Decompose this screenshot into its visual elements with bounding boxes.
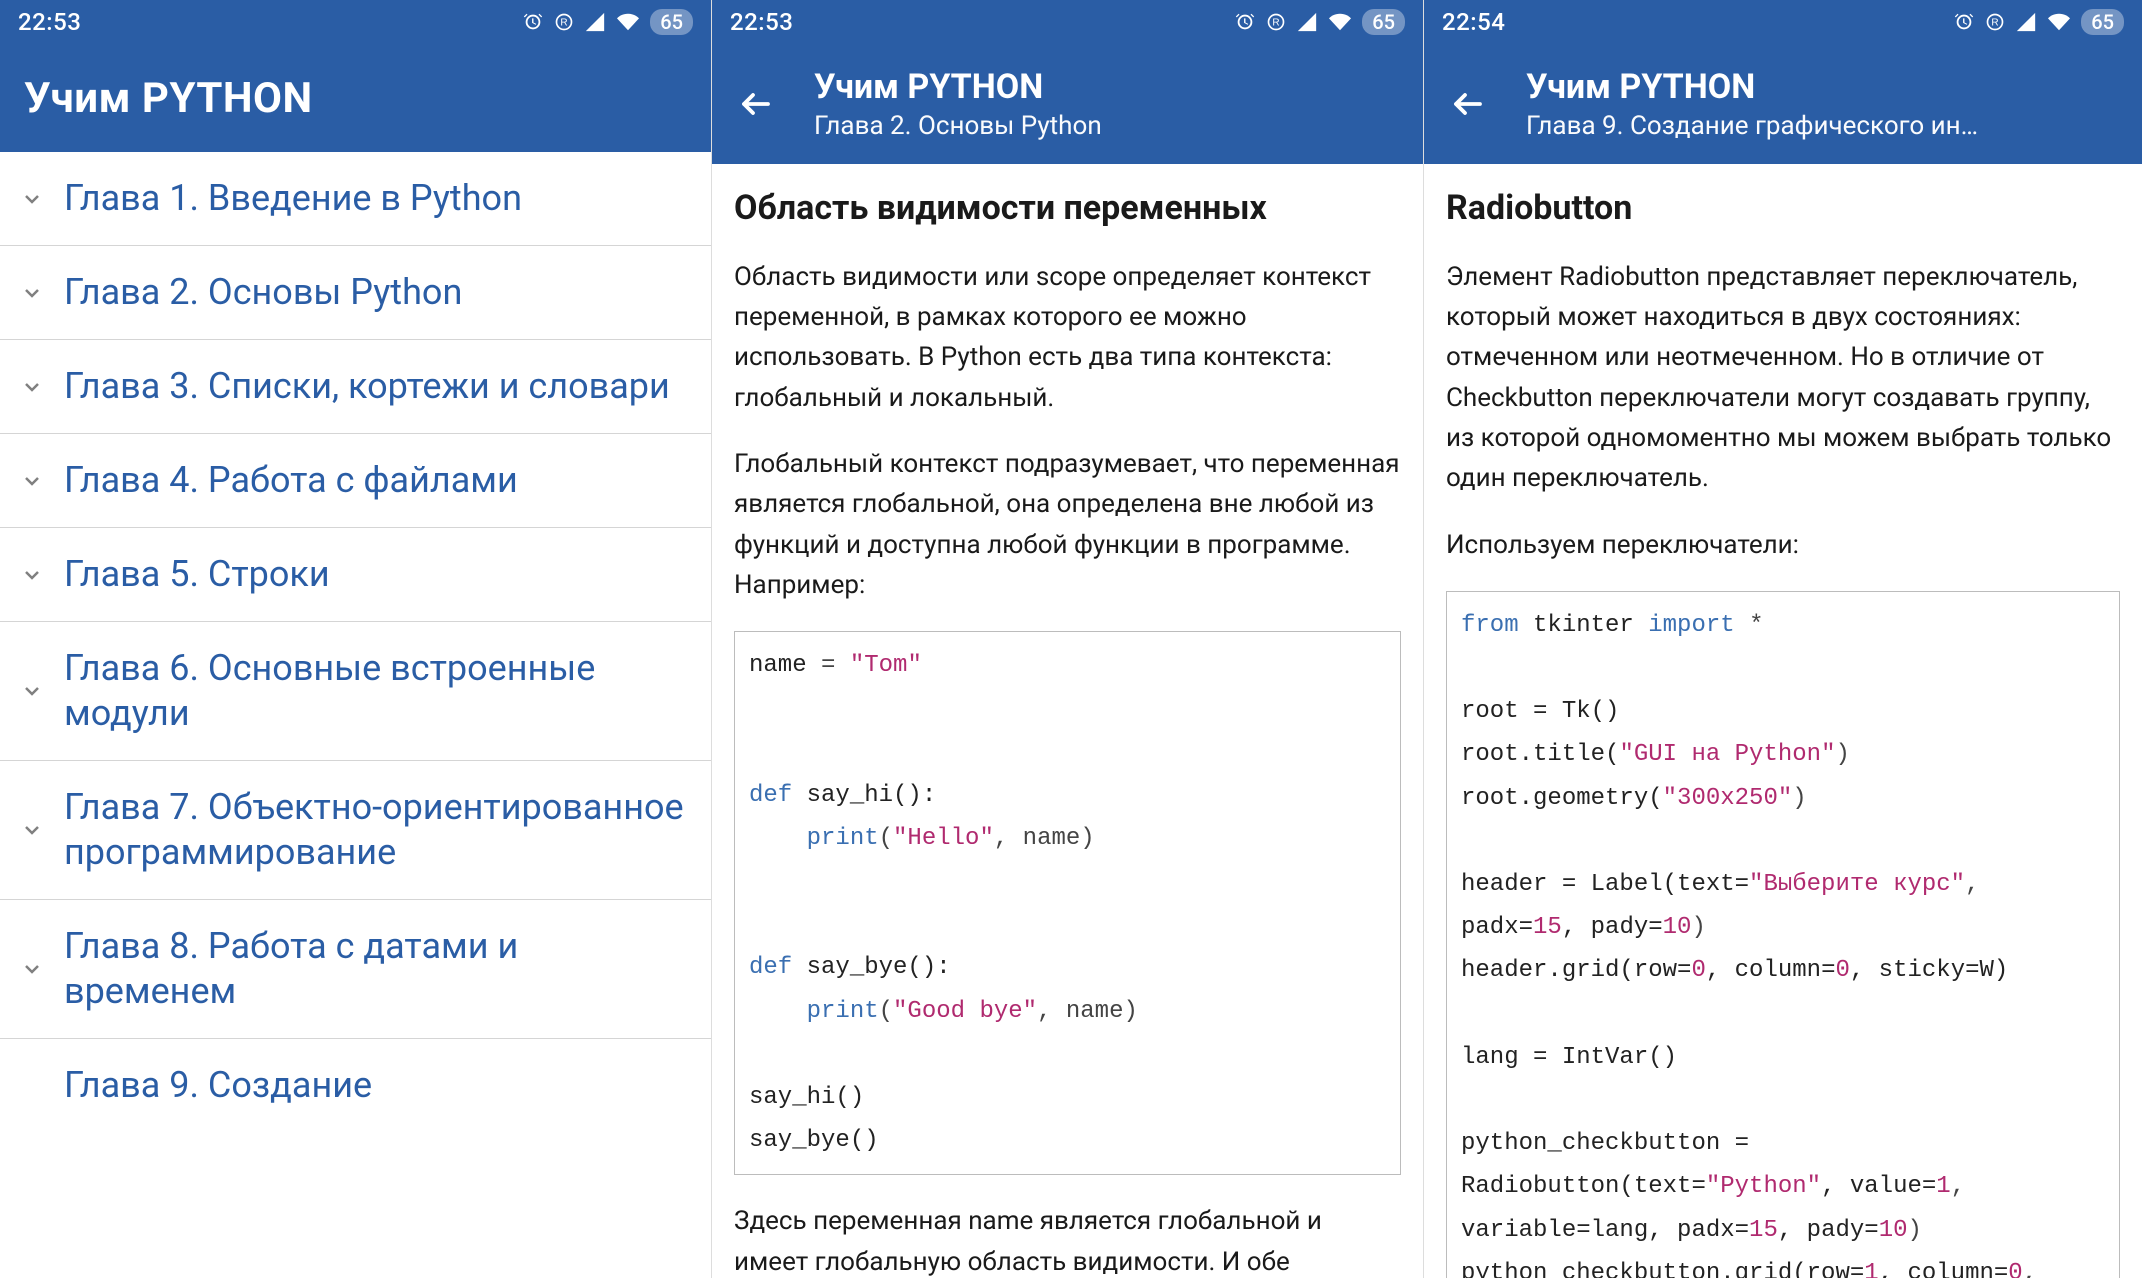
chevron-down-icon [18, 679, 46, 703]
arrow-left-icon [1450, 86, 1486, 122]
app-bar: Учим PYTHON [0, 44, 711, 152]
status-icons: R 65 [522, 9, 693, 35]
battery-level: 65 [2081, 9, 2124, 35]
alarm-icon [522, 11, 544, 33]
app-bar: Учим PYTHON Глава 2. Основы Python [712, 44, 1423, 164]
wifi-icon [2047, 11, 2071, 33]
app-titles: Учим PYTHON Глава 2. Основы Python [814, 67, 1102, 141]
status-bar: 22:54 R 65 [1424, 0, 2142, 44]
chevron-down-icon [18, 957, 46, 981]
app-subtitle: Глава 2. Основы Python [814, 111, 1102, 141]
signal-icon [2015, 11, 2037, 33]
chapter-title: Глава 4. Работа с файлами [64, 458, 518, 503]
chapter-title: Глава 7. Объектно-ориентированное програ… [64, 785, 691, 875]
svg-text:R: R [561, 17, 568, 28]
article-heading: Область видимости переменных [734, 188, 1401, 229]
chapter-title: Глава 8. Работа с датами и временем [64, 924, 691, 1014]
app-title: Учим PYTHON [24, 74, 313, 123]
signal-icon [584, 11, 606, 33]
battery-level: 65 [1362, 9, 1405, 35]
screen-article-radiobutton: 22:54 R 65 Учим PYTHON Глава 9. Создание… [1424, 0, 2142, 1278]
status-time: 22:53 [730, 8, 793, 36]
paragraph: Глобальный контекст подразумевает, что п… [734, 444, 1401, 605]
alarm-icon [1953, 11, 1975, 33]
screen-chapters: 22:53 R 65 Учим PYTHON Глава 1. Введение… [0, 0, 712, 1278]
chevron-down-icon [18, 187, 46, 211]
chevron-down-icon [18, 281, 46, 305]
status-bar: 22:53 R 65 [0, 0, 711, 44]
svg-text:R: R [1992, 17, 1999, 28]
battery-level: 65 [650, 9, 693, 35]
article-heading: Radiobutton [1446, 188, 2120, 229]
chapter-title: Глава 1. Введение в Python [64, 176, 522, 221]
chevron-down-icon [18, 818, 46, 842]
app-title: Учим PYTHON [1526, 67, 1978, 107]
status-time: 22:54 [1442, 8, 1505, 36]
app-subtitle: Глава 9. Создание графического ин… [1526, 111, 1978, 141]
app-title: Учим PYTHON [814, 67, 1102, 107]
alarm-icon [1234, 11, 1256, 33]
app-bar: Учим PYTHON Глава 9. Создание графическо… [1424, 44, 2142, 164]
code-block: name = "Tom" def say_hi(): print("Hello"… [734, 631, 1401, 1175]
article-content[interactable]: Radiobutton Элемент Radiobutton представ… [1424, 164, 2142, 1278]
screen-article-scope: 22:53 R 65 Учим PYTHON Глава 2. Основы P… [712, 0, 1424, 1278]
chevron-down-icon [18, 563, 46, 587]
paragraph: Область видимости или scope определяет к… [734, 257, 1401, 418]
chapter-row[interactable]: Глава 3. Списки, кортежи и словари [0, 340, 711, 434]
chapter-list[interactable]: Глава 1. Введение в Python Глава 2. Осно… [0, 152, 711, 1278]
registered-icon: R [1985, 12, 2005, 32]
chapter-row[interactable]: Глава 4. Работа с файлами [0, 434, 711, 528]
registered-icon: R [1266, 12, 1286, 32]
status-bar: 22:53 R 65 [712, 0, 1423, 44]
chapter-row[interactable]: Глава 1. Введение в Python [0, 152, 711, 246]
chapter-title: Глава 3. Списки, кортежи и словари [64, 364, 670, 409]
wifi-icon [1328, 11, 1352, 33]
code-block: from tkinter import * root = Tk() root.t… [1446, 591, 2120, 1278]
back-button[interactable] [736, 84, 776, 124]
chapter-title: Глава 6. Основные встроенные модули [64, 646, 691, 736]
chapter-row[interactable]: Глава 6. Основные встроенные модули [0, 622, 711, 761]
status-time: 22:53 [18, 8, 81, 36]
chapter-row[interactable]: Глава 7. Объектно-ориентированное програ… [0, 761, 711, 900]
svg-text:R: R [1273, 17, 1280, 28]
paragraph: Используем переключатели: [1446, 525, 2120, 565]
paragraph: Элемент Radiobutton представляет переклю… [1446, 257, 2120, 499]
chapter-row[interactable]: Глава 9. Создание [0, 1039, 711, 1132]
chapter-title: Глава 5. Строки [64, 552, 330, 597]
chapter-row[interactable]: Глава 5. Строки [0, 528, 711, 622]
app-titles: Учим PYTHON Глава 9. Создание графическо… [1526, 67, 1978, 141]
chevron-down-icon [18, 469, 46, 493]
wifi-icon [616, 11, 640, 33]
status-icons: R 65 [1953, 9, 2124, 35]
chevron-down-icon [18, 375, 46, 399]
signal-icon [1296, 11, 1318, 33]
chapter-title: Глава 2. Основы Python [64, 270, 462, 315]
registered-icon: R [554, 12, 574, 32]
paragraph: Здесь переменная name является глобально… [734, 1201, 1401, 1278]
arrow-left-icon [738, 86, 774, 122]
chapter-title: Глава 9. Создание [64, 1063, 372, 1108]
article-content[interactable]: Область видимости переменных Область вид… [712, 164, 1423, 1278]
back-button[interactable] [1448, 84, 1488, 124]
chapter-row[interactable]: Глава 8. Работа с датами и временем [0, 900, 711, 1039]
chapter-row[interactable]: Глава 2. Основы Python [0, 246, 711, 340]
status-icons: R 65 [1234, 9, 1405, 35]
